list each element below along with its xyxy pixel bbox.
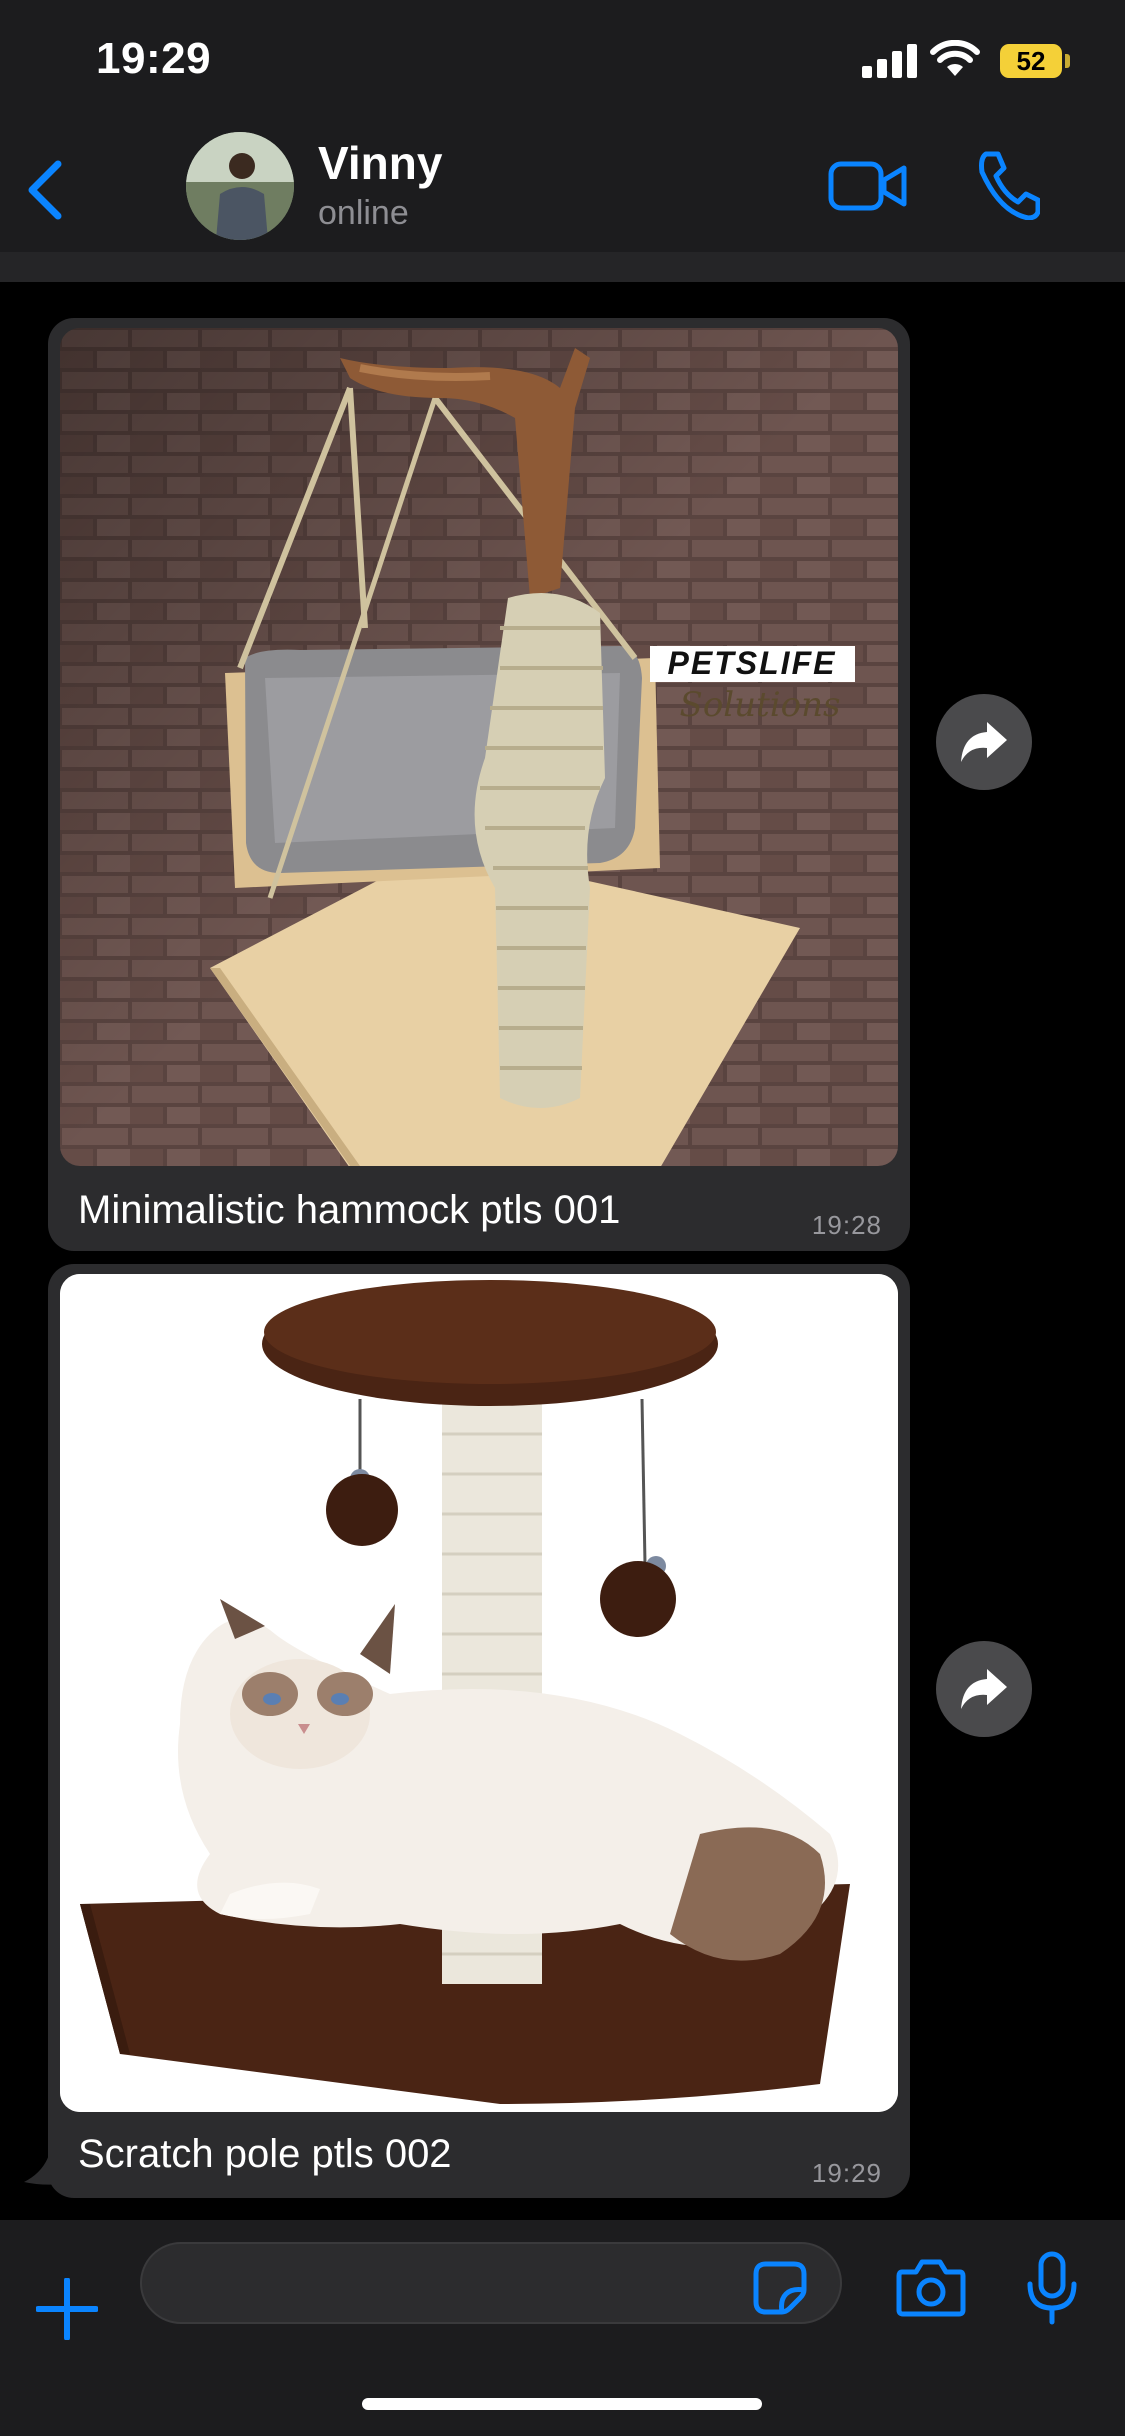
back-chevron-icon[interactable] [20,156,72,224]
contact-name[interactable]: Vinny [318,136,442,190]
microphone-icon[interactable] [1024,2250,1080,2326]
chat-header: Vinny online [0,120,1125,252]
video-call-icon[interactable] [828,158,908,214]
forward-arrow-icon [961,1669,1007,1709]
forward-button[interactable] [936,694,1032,790]
home-indicator[interactable] [362,2398,762,2410]
message-bubble[interactable]: Scratch pole ptls 002 19:29 [48,1264,910,2198]
message-image[interactable] [60,1274,898,2112]
phone-icon[interactable] [976,150,1040,220]
status-time: 19:29 [96,34,212,83]
contact-status: online [318,194,409,232]
svg-text:PETSLIFE: PETSLIFE [668,645,837,681]
message-time: 19:29 [811,2158,882,2188]
wifi-icon [930,40,980,76]
forward-arrow-icon [961,722,1007,762]
header-divider [0,252,1125,282]
svg-text:Solutions: Solutions [680,685,841,725]
avatar[interactable] [186,132,294,240]
bubble-tail [24,2152,62,2185]
message-time: 19:28 [811,1210,882,1240]
message-caption: Scratch pole ptls 002 [78,2132,452,2176]
battery-icon: 52 [1000,44,1062,78]
scratch-pole-photo [60,1274,898,2112]
battery-nub [1065,54,1070,68]
message-image[interactable]: PETSLIFE Solutions [60,328,898,1166]
message-caption: Minimalistic hammock ptls 001 [78,1188,621,1232]
message-bubble[interactable]: PETSLIFE Solutions Minimalistic hammock … [48,318,910,1251]
forward-button[interactable] [936,1641,1032,1737]
plus-icon[interactable] [36,2278,98,2340]
message-input[interactable] [140,2242,842,2324]
signal-icon [862,44,917,78]
cat-hammock-photo: PETSLIFE Solutions [60,328,898,1166]
sticker-icon[interactable] [752,2260,808,2316]
camera-icon[interactable] [896,2256,966,2318]
status-bar: 19:29 52 [0,0,1125,120]
avatar-photo [186,132,294,240]
